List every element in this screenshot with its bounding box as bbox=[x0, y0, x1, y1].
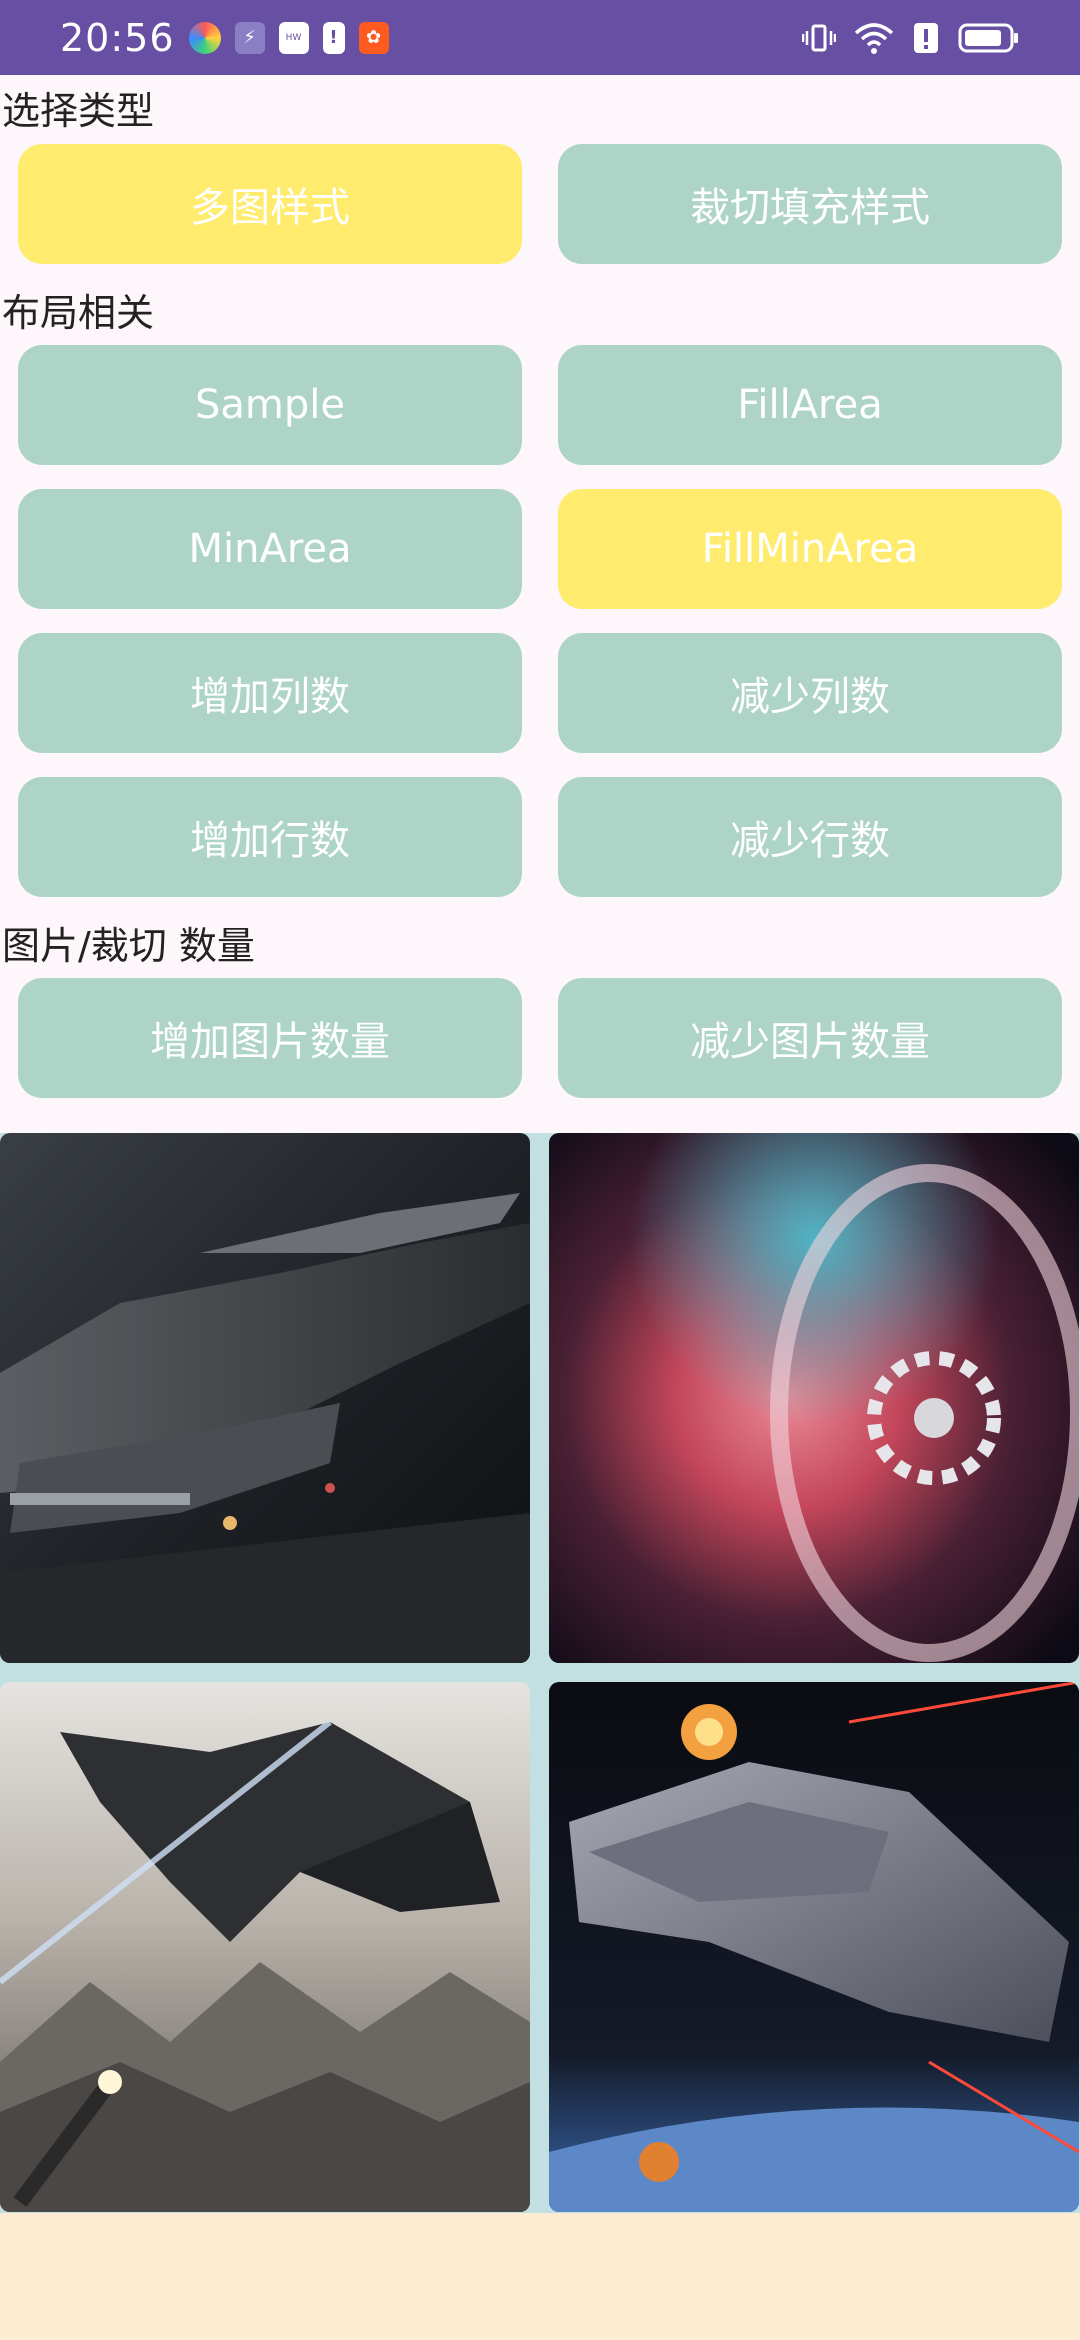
alert-icon bbox=[912, 21, 940, 55]
vibrate-icon bbox=[802, 21, 836, 55]
status-bar-right bbox=[802, 21, 1020, 55]
wormhole-station-image[interactable] bbox=[549, 1133, 1079, 1663]
section-label-layout: 布局相关 bbox=[2, 291, 155, 335]
section-label-image-count: 图片/裁切 数量 bbox=[2, 924, 255, 968]
crop-fill-style-button[interactable]: 裁切填充样式 bbox=[558, 144, 1062, 264]
status-bar: 20:56 ⚡ HW ! ✿ bbox=[0, 0, 1080, 75]
fighter-over-mountains-image[interactable] bbox=[0, 1682, 530, 2212]
reduce-rows-button[interactable]: 减少行数 bbox=[558, 777, 1062, 897]
battery-icon bbox=[958, 22, 1020, 54]
shopping-app-icon: ✿ bbox=[358, 21, 389, 54]
add-images-button[interactable]: 增加图片数量 bbox=[18, 978, 522, 1098]
reduce-columns-button[interactable]: 减少列数 bbox=[558, 633, 1062, 753]
fill-min-area-button[interactable]: FillMinArea bbox=[558, 489, 1062, 609]
spaceship-hangar-image[interactable] bbox=[0, 1133, 530, 1663]
status-bar-left: 20:56 ⚡ HW ! ✿ bbox=[60, 16, 389, 60]
add-rows-button[interactable]: 增加行数 bbox=[18, 777, 522, 897]
reduce-images-button[interactable]: 减少图片数量 bbox=[558, 978, 1062, 1098]
add-columns-button[interactable]: 增加列数 bbox=[18, 633, 522, 753]
empty-bottom-area bbox=[0, 2213, 1080, 2340]
min-area-button[interactable]: MinArea bbox=[18, 489, 522, 609]
sample-button[interactable]: Sample bbox=[18, 345, 522, 465]
image-grid bbox=[0, 1133, 1080, 2213]
huawei-app-icon: HW bbox=[278, 21, 309, 54]
status-time: 20:56 bbox=[60, 15, 175, 60]
multi-image-style-button[interactable]: 多图样式 bbox=[18, 144, 522, 264]
photos-app-icon bbox=[188, 21, 221, 54]
alert-app-icon: ! bbox=[322, 21, 345, 54]
wifi-icon bbox=[854, 21, 894, 55]
section-label-select-type: 选择类型 bbox=[2, 89, 155, 133]
battleship-in-orbit-image[interactable] bbox=[549, 1682, 1079, 2212]
fill-area-button[interactable]: FillArea bbox=[558, 345, 1062, 465]
battery-saver-app-icon: ⚡ bbox=[234, 21, 265, 54]
